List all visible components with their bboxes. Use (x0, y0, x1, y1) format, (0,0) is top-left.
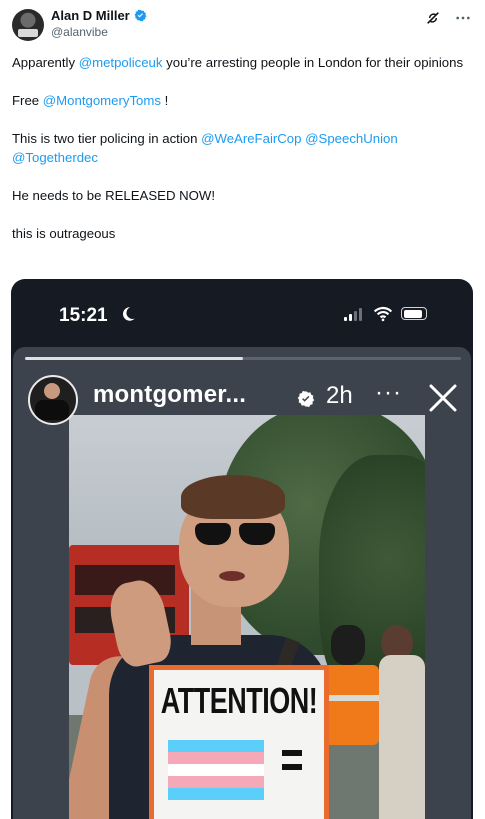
sign-flag (168, 740, 264, 800)
mention-link[interactable]: @Togetherdec (12, 150, 98, 165)
story-more-button[interactable]: ··· (375, 379, 402, 407)
author-name[interactable]: Alan D Miller (51, 8, 130, 23)
flag-stripe (168, 788, 264, 800)
flag-stripe (168, 776, 264, 788)
header-actions (425, 10, 471, 26)
story-progress-bar (25, 357, 461, 360)
author-name-row[interactable]: Alan D Miller (51, 8, 147, 23)
tweet-media[interactable]: 15:21 ATTENTION! montgomer... 2h ··· (11, 279, 473, 819)
flag-stripe (168, 764, 264, 776)
tweet-paragraph-3: This is two tier policing in action @WeA… (12, 129, 472, 167)
author-avatar[interactable] (12, 9, 44, 41)
story-viewer: ATTENTION! montgomer... 2h ··· (13, 347, 471, 819)
text-segment: This is two tier policing in action (12, 131, 202, 146)
story-video-frame: ATTENTION! (69, 415, 425, 819)
story-verified-icon (297, 390, 315, 408)
protest-sign: ATTENTION! (149, 665, 329, 819)
scene-bystander (379, 655, 425, 819)
tweet-text: Apparently @metpoliceuk you’re arresting… (12, 53, 472, 262)
moon-icon (122, 307, 135, 321)
wifi-icon (373, 306, 393, 322)
more-icon[interactable] (455, 10, 471, 26)
mention-link[interactable]: @SpeechUnion (305, 131, 398, 146)
sign-text: ATTENTION! (160, 680, 318, 722)
text-segment: Free (12, 93, 43, 108)
scene-person-head (331, 625, 365, 665)
story-username[interactable]: montgomer... (93, 381, 246, 409)
mention-link[interactable]: @metpoliceuk (79, 55, 163, 70)
text-segment: ! (160, 93, 169, 108)
tweet-paragraph-4: He needs to be RELEASED NOW! (12, 188, 216, 203)
grok-icon[interactable] (425, 10, 441, 26)
text-segment: you’re arresting people in London for th… (162, 55, 464, 70)
verified-badge-icon (134, 9, 147, 22)
tweet-paragraph-5: this is outrageous (12, 226, 116, 241)
mention-link[interactable]: @WeAreFairCop (201, 131, 301, 146)
story-progress-fill (25, 357, 243, 360)
flag-stripe (168, 740, 264, 752)
mention-link[interactable]: @MontgomeryToms (43, 93, 161, 108)
scene-man-hair (181, 475, 285, 519)
story-user-avatar[interactable] (28, 375, 78, 425)
scene-sunglasses (195, 523, 279, 547)
story-timestamp: 2h (326, 382, 353, 409)
tweet-paragraph-1: Apparently @metpoliceuk you’re arresting… (12, 53, 472, 72)
scene-mouth (219, 571, 245, 581)
battery-icon (401, 307, 427, 320)
sign-equals-symbol (282, 750, 302, 778)
status-bar-time: 15:21 (59, 305, 108, 326)
tweet-paragraph-2: Free @MontgomeryToms ! (12, 91, 472, 110)
close-icon[interactable] (428, 383, 458, 413)
author-handle[interactable]: @alanvibe (51, 25, 108, 39)
text-segment: Apparently (12, 55, 79, 70)
flag-stripe (168, 752, 264, 764)
signal-icon (344, 308, 362, 321)
